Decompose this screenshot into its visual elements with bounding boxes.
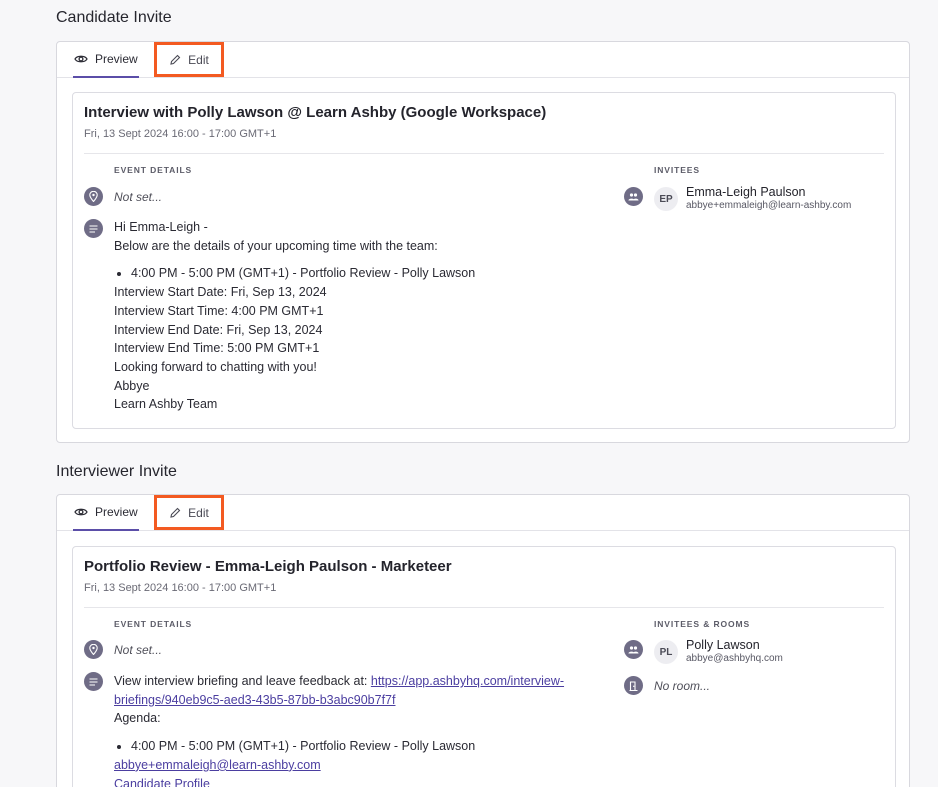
people-icon xyxy=(624,187,643,206)
description-line: Interview Start Time: 4:00 PM GMT+1 xyxy=(114,303,324,318)
event-date: Fri, 13 Sept 2024 16:00 - 17:00 GMT+1 xyxy=(84,128,277,140)
event-date: Fri, 13 Sept 2024 16:00 - 17:00 GMT+1 xyxy=(84,582,277,594)
eye-icon xyxy=(74,507,88,517)
tab-edit-label: Edit xyxy=(188,52,209,67)
door-icon xyxy=(624,676,643,695)
description-icon xyxy=(84,219,103,238)
briefing-link[interactable]: https://app.ashbyhq.com/interview- xyxy=(371,674,564,688)
description-line: Learn Ashby Team xyxy=(114,397,218,412)
location-pin-icon xyxy=(84,640,103,659)
invitee-name: Emma-Leigh Paulson xyxy=(686,185,806,199)
description-line: Interview End Time: 5:00 PM GMT+1 xyxy=(114,341,320,356)
event-details-label: EVENT DETAILS xyxy=(114,165,193,175)
interviewer-invite-panel: Preview Edit Portfolio Review - Emma-Lei… xyxy=(56,494,910,787)
tab-preview[interactable]: Preview xyxy=(73,42,139,78)
invitee-email: abbye@ashbyhq.com xyxy=(686,653,783,664)
description-line: Interview Start Date: Fri, Sep 13, 2024 xyxy=(114,285,327,300)
room-value: No room... xyxy=(654,679,711,693)
candidate-invite-panel: Preview Edit Interview with Polly Lawson… xyxy=(56,41,910,443)
agenda-label: Agenda: xyxy=(114,711,161,726)
tab-edit[interactable]: Edit xyxy=(154,42,224,77)
location-value: Not set... xyxy=(114,190,163,204)
agenda-bullet: 4:00 PM - 5:00 PM (GMT+1) - Portfolio Re… xyxy=(131,737,634,756)
briefing-line: View interview briefing and leave feedba… xyxy=(114,672,634,691)
candidate-invite-title: Candidate Invite xyxy=(56,9,172,26)
description-line: Interview End Date: Fri, Sep 13, 2024 xyxy=(114,322,323,337)
description-icon xyxy=(84,672,103,691)
candidate-email-link[interactable]: abbye+emmaleigh@learn-ashby.com xyxy=(114,758,321,772)
invitees-label: INVITEES xyxy=(654,165,700,175)
interviewer-invite-title: Interviewer Invite xyxy=(56,463,177,480)
invitees-rooms-label: INVITEES & ROOMS xyxy=(654,619,751,629)
eye-icon xyxy=(74,54,88,64)
candidate-event-card: Interview with Polly Lawson @ Learn Ashb… xyxy=(72,92,896,429)
avatar: PL xyxy=(654,640,678,664)
description-line: Looking forward to chatting with you! xyxy=(114,359,317,374)
interviewer-event-card: Portfolio Review - Emma-Leigh Paulson - … xyxy=(72,546,896,787)
avatar: EP xyxy=(654,187,678,211)
candidate-tabs: Preview Edit xyxy=(57,42,909,78)
event-details-label: EVENT DETAILS xyxy=(114,619,193,629)
candidate-profile-link[interactable]: Candidate Profile xyxy=(114,777,210,787)
people-icon xyxy=(624,640,643,659)
location-value: Not set... xyxy=(114,643,163,657)
tab-edit[interactable]: Edit xyxy=(154,495,224,530)
description-line: Abbye xyxy=(114,378,150,393)
event-description: View interview briefing and leave feedba… xyxy=(114,672,634,787)
invitee-email: abbye+emmaleigh@learn-ashby.com xyxy=(686,200,852,211)
event-title: Interview with Polly Lawson @ Learn Ashb… xyxy=(84,104,547,121)
pencil-icon xyxy=(169,507,181,519)
interviewer-tabs: Preview Edit xyxy=(57,495,909,531)
event-description: Hi Emma-Leigh - Below are the details of… xyxy=(114,218,634,414)
event-title: Portfolio Review - Emma-Leigh Paulson - … xyxy=(84,558,452,575)
briefing-link-continued[interactable]: briefings/940eb9c5-aed3-43b5-87bb-b3abc9… xyxy=(114,693,395,707)
tab-preview[interactable]: Preview xyxy=(73,495,139,531)
greeting: Hi Emma-Leigh - xyxy=(114,220,208,234)
invitee-name: Polly Lawson xyxy=(686,638,760,652)
tab-edit-label: Edit xyxy=(188,505,209,520)
agenda-bullet: 4:00 PM - 5:00 PM (GMT+1) - Portfolio Re… xyxy=(131,264,634,283)
tab-preview-label: Preview xyxy=(95,52,138,66)
divider xyxy=(84,153,884,154)
divider xyxy=(84,607,884,608)
tab-preview-label: Preview xyxy=(95,505,138,519)
location-pin-icon xyxy=(84,187,103,206)
intro: Below are the details of your upcoming t… xyxy=(114,238,438,253)
pencil-icon xyxy=(169,54,181,66)
briefing-prefix: View interview briefing and leave feedba… xyxy=(114,674,371,688)
